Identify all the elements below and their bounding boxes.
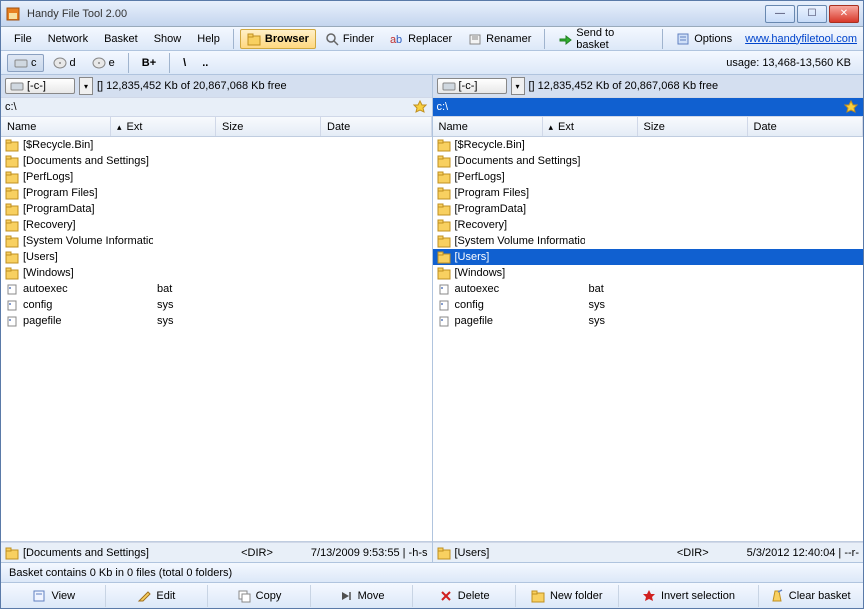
list-item[interactable]: [Users] (433, 249, 864, 265)
list-item[interactable]: [Windows] (1, 265, 432, 281)
titlebar: Handy File Tool 2.00 — ☐ ✕ (1, 1, 863, 27)
right-filelist[interactable]: [$Recycle.Bin][Documents and Settings][P… (433, 137, 864, 542)
menu-basket[interactable]: Basket (97, 30, 145, 48)
replacer-button[interactable]: abReplacer (383, 29, 459, 49)
delete-button[interactable]: Delete (412, 585, 515, 607)
list-item[interactable]: [Users] (1, 249, 432, 265)
usage-text: usage: 13,468-13,560 KB (726, 57, 857, 69)
list-item[interactable]: [System Volume Information] (1, 233, 432, 249)
left-freespace: [] 12,835,452 Kb of 20,867,068 Kb free (97, 80, 287, 92)
left-columns: Name Ext Size Date (1, 117, 432, 137)
list-item[interactable]: configsys (433, 297, 864, 313)
copy-button[interactable]: Copy (207, 585, 310, 607)
left-pathbar[interactable]: c:\ (1, 97, 432, 117)
right-status: [Users]<DIR>5/3/2012 12:40:04 | --r- (433, 542, 864, 562)
right-star-icon[interactable] (843, 99, 859, 115)
svg-text:b: b (396, 34, 402, 46)
col-date[interactable]: Date (321, 117, 432, 136)
left-pane: [-c-] ▾ [] 12,835,452 Kb of 20,867,068 K… (1, 75, 433, 562)
list-item[interactable]: autoexecbat (433, 281, 864, 297)
col-date[interactable]: Date (748, 117, 864, 136)
folder-icon (437, 546, 451, 560)
list-item[interactable]: [Program Files] (1, 185, 432, 201)
left-filelist[interactable]: [$Recycle.Bin][Documents and Settings][P… (1, 137, 432, 542)
website-link[interactable]: www.handyfiletool.com (745, 33, 857, 45)
col-ext[interactable]: Ext (543, 117, 638, 136)
minimize-button[interactable]: — (765, 5, 795, 23)
right-pathbar[interactable]: c:\ (433, 97, 864, 117)
list-item[interactable]: [$Recycle.Bin] (1, 137, 432, 153)
right-pane: [-c-] ▾ [] 12,835,452 Kb of 20,867,068 K… (433, 75, 864, 562)
list-item[interactable]: [Program Files] (433, 185, 864, 201)
browser-button[interactable]: Browser (240, 29, 316, 49)
list-item[interactable]: [ProgramData] (433, 201, 864, 217)
list-item[interactable]: configsys (1, 297, 432, 313)
menu-file[interactable]: File (7, 30, 39, 48)
edit-button[interactable]: Edit (105, 585, 208, 607)
maximize-button[interactable]: ☐ (797, 5, 827, 23)
list-item[interactable]: [PerfLogs] (433, 169, 864, 185)
clear-basket-button[interactable]: Clear basket (758, 585, 861, 607)
folder-icon (5, 546, 19, 560)
new-folder-button[interactable]: New folder (515, 585, 618, 607)
window-title: Handy File Tool 2.00 (27, 8, 765, 20)
drivebar: c d e B+ \ .. usage: 13,468-13,560 KB (1, 51, 863, 75)
list-item[interactable]: pagefilesys (1, 313, 432, 329)
list-item[interactable]: [Documents and Settings] (433, 153, 864, 169)
menu-show[interactable]: Show (147, 30, 189, 48)
drive-c[interactable]: c (7, 54, 44, 72)
invert-selection-button[interactable]: Invert selection (618, 585, 759, 607)
close-button[interactable]: ✕ (829, 5, 859, 23)
list-item[interactable]: pagefilesys (433, 313, 864, 329)
list-item[interactable]: [$Recycle.Bin] (433, 137, 864, 153)
list-item[interactable]: [Recovery] (433, 217, 864, 233)
view-button[interactable]: View (3, 585, 105, 607)
panes: [-c-] ▾ [] 12,835,452 Kb of 20,867,068 K… (1, 75, 863, 562)
list-item[interactable]: [Windows] (433, 265, 864, 281)
send-to-basket-button[interactable]: Send to basket (551, 24, 656, 54)
col-name[interactable]: Name (1, 117, 111, 136)
up-button[interactable]: .. (195, 54, 215, 72)
right-freespace: [] 12,835,452 Kb of 20,867,068 Kb free (529, 80, 719, 92)
list-item[interactable]: [PerfLogs] (1, 169, 432, 185)
left-star-icon[interactable] (412, 99, 428, 115)
right-columns: Name Ext Size Date (433, 117, 864, 137)
col-name[interactable]: Name (433, 117, 543, 136)
list-item[interactable]: [Recovery] (1, 217, 432, 233)
menu-help[interactable]: Help (190, 30, 227, 48)
menubar: File Network Basket Show Help Browser Fi… (1, 27, 863, 51)
finder-button[interactable]: Finder (318, 29, 381, 49)
left-drive-dropdown[interactable]: ▾ (79, 77, 93, 95)
basket-status: Basket contains 0 Kb in 0 files (total 0… (1, 562, 863, 582)
list-item[interactable]: [ProgramData] (1, 201, 432, 217)
list-item[interactable]: autoexecbat (1, 281, 432, 297)
right-drive-select[interactable]: [-c-] (437, 78, 507, 94)
bottom-toolbar: View Edit Copy Move Delete New folder In… (1, 582, 863, 608)
menu-network[interactable]: Network (41, 30, 95, 48)
app-icon (5, 6, 21, 22)
left-status: [Documents and Settings]<DIR>7/13/2009 9… (1, 542, 432, 562)
col-size[interactable]: Size (638, 117, 748, 136)
col-size[interactable]: Size (216, 117, 321, 136)
col-ext[interactable]: Ext (111, 117, 216, 136)
drive-d[interactable]: d (46, 54, 83, 72)
move-button[interactable]: Move (310, 585, 413, 607)
add-drive-button[interactable]: B+ (135, 54, 163, 72)
left-drive-select[interactable]: [-c-] (5, 78, 75, 94)
root-button[interactable]: \ (176, 54, 193, 72)
list-item[interactable]: [Documents and Settings] (1, 153, 432, 169)
list-item[interactable]: [System Volume Information] (433, 233, 864, 249)
drive-e[interactable]: e (85, 54, 122, 72)
options-button[interactable]: Options (669, 29, 739, 49)
right-drive-dropdown[interactable]: ▾ (511, 77, 525, 95)
renamer-button[interactable]: Renamer (461, 29, 538, 49)
